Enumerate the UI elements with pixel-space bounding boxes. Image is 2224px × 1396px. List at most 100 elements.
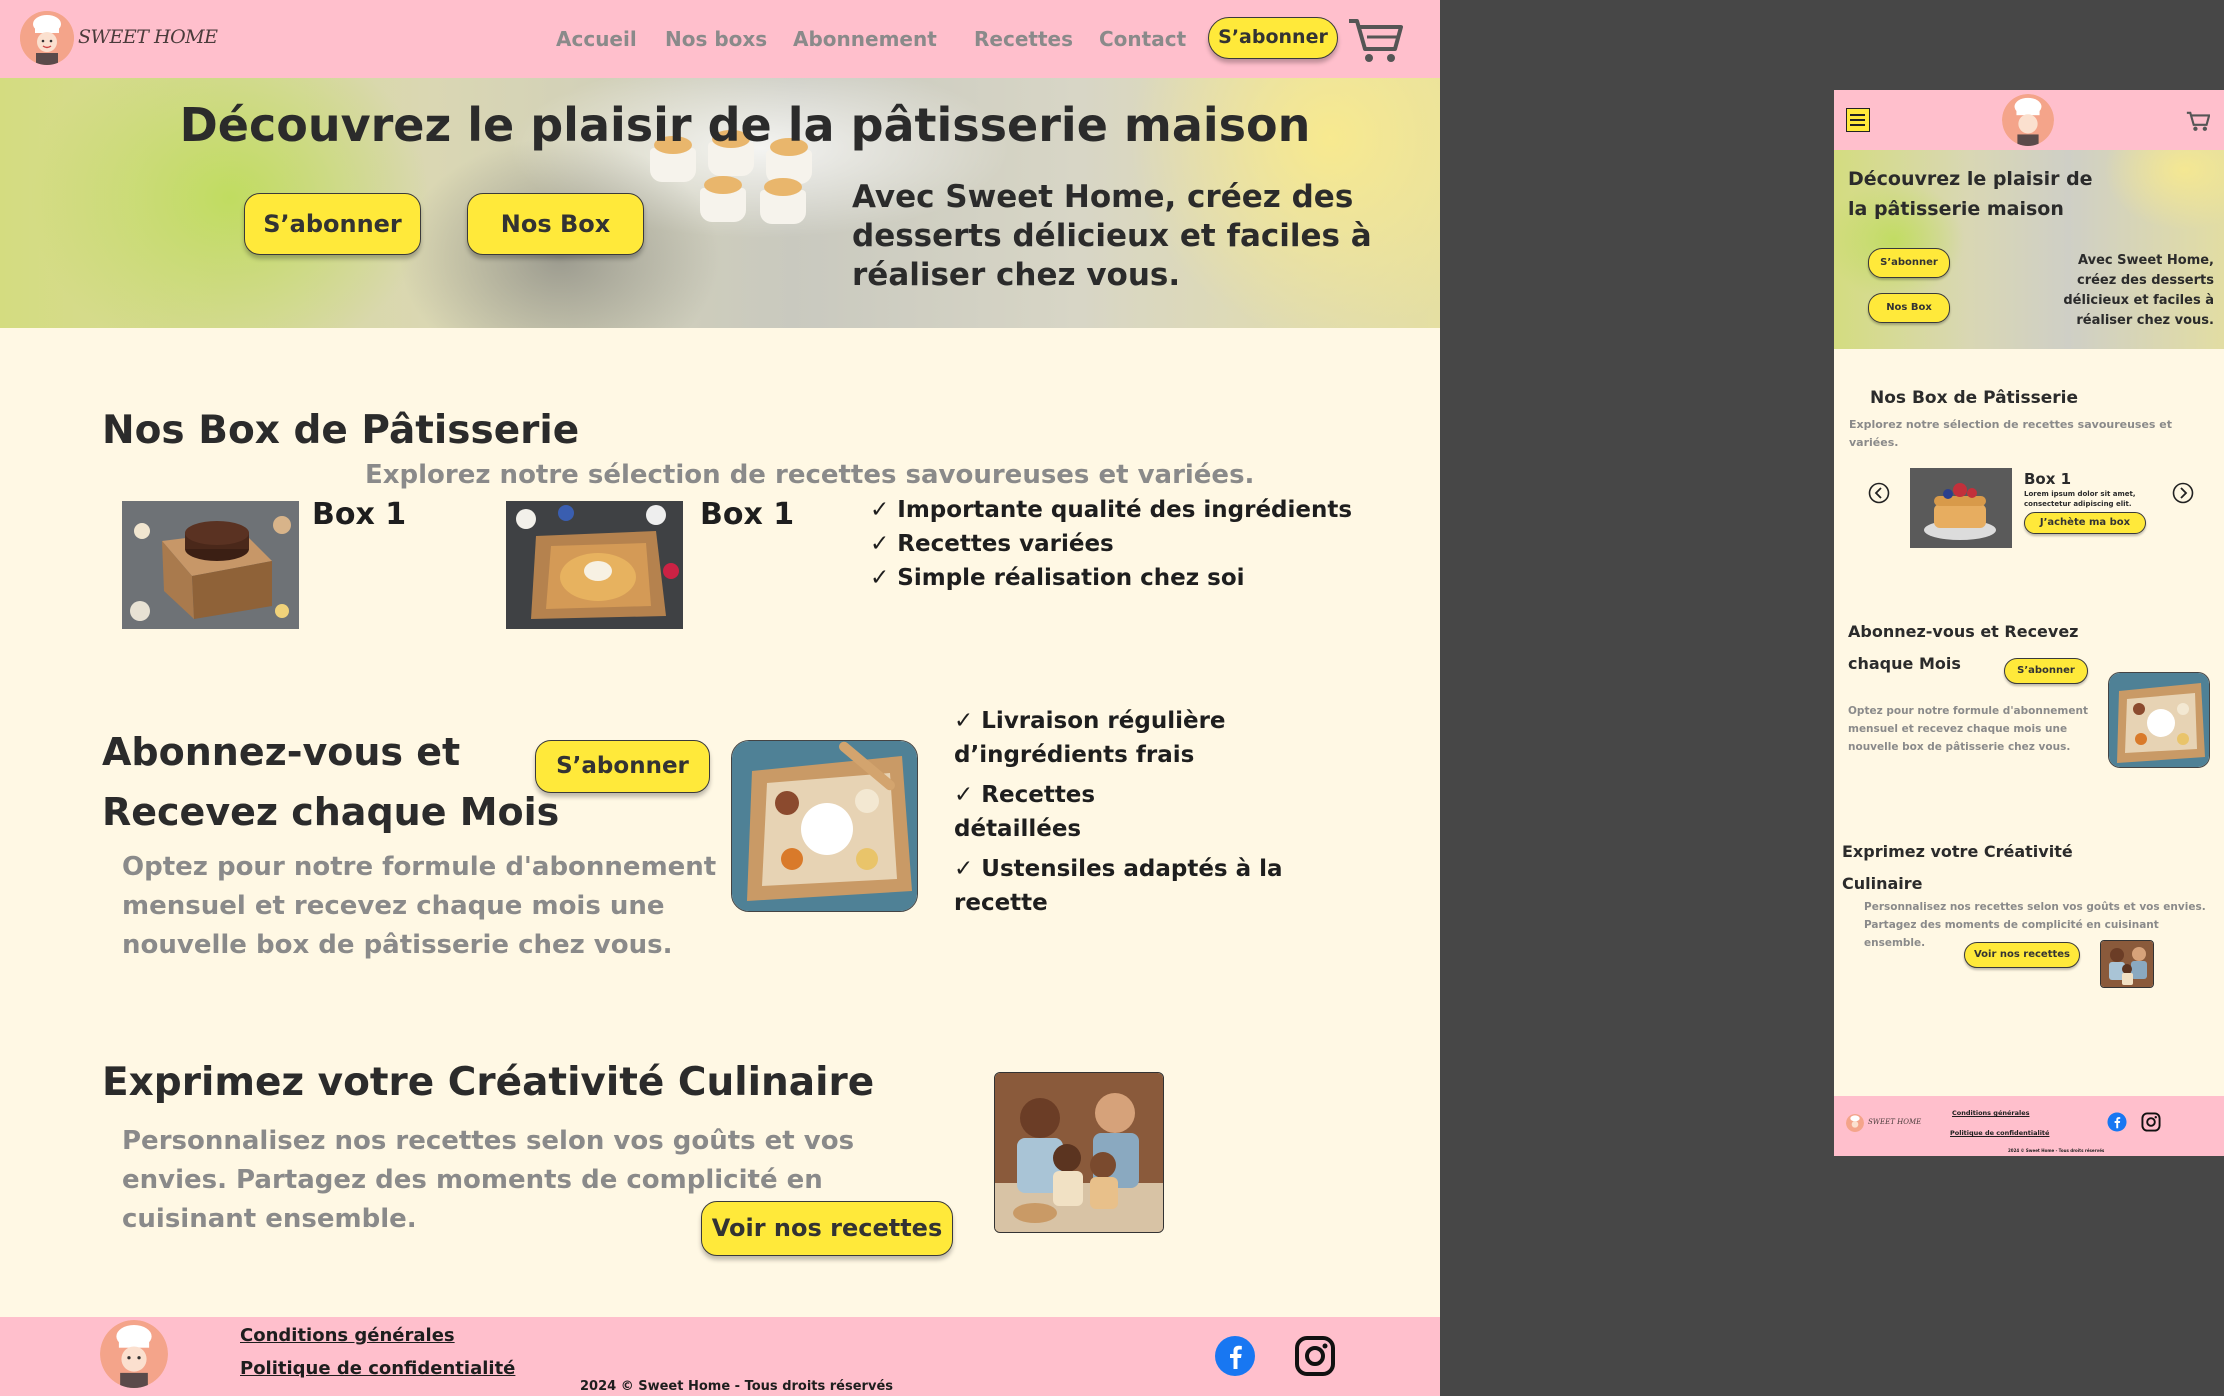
mobile-hero-subscribe-button[interactable]: S’abonner: [1868, 248, 1950, 278]
mobile-box-desc-1: Lorem ipsum dolor sit amet,: [2024, 490, 2136, 498]
creativity-title: Exprimez votre Créativité Culinaire: [102, 1060, 875, 1105]
mobile-cart-icon[interactable]: [2186, 110, 2211, 136]
box2-image[interactable]: [506, 501, 683, 629]
mobile-subscription-box-image[interactable]: [2108, 672, 2210, 768]
mobile-hero-title-line1: Découvrez le plaisir de: [1848, 168, 2093, 190]
mobile-footer-logo-icon[interactable]: [1846, 1114, 1864, 1132]
creativity-text-line3: cuisinant ensemble.: [122, 1204, 417, 1234]
footer-copyright: 2024 © Sweet Home - Tous droits réservés: [580, 1379, 893, 1394]
hero-title: Découvrez le plaisir de la pâtisserie ma…: [179, 98, 1311, 152]
desktop-page: SWEET HOME Accueil Nos boxs Abonnement R…: [0, 0, 1440, 1396]
cupcake-decoration: [650, 136, 696, 182]
subscribe-title-line1: Abonnez-vous et: [102, 730, 461, 774]
footer-link-terms[interactable]: Conditions générales: [240, 1325, 455, 1346]
mobile-hero-nos-box-button[interactable]: Nos Box: [1868, 293, 1950, 323]
mobile-family-cooking-image[interactable]: [2100, 940, 2154, 988]
mobile-creativity-text-2: Partagez des moments de complicité en cu…: [1864, 919, 2159, 931]
box-feature-variety: ✓ Recettes variées: [870, 531, 1114, 557]
mobile-facebook-icon[interactable]: [2107, 1112, 2127, 1136]
mobile-box-image[interactable]: [1910, 468, 2012, 548]
creativity-text-line1: Personnalisez nos recettes selon vos goû…: [122, 1126, 855, 1156]
family-cooking-image[interactable]: [994, 1072, 1164, 1233]
mobile-boxes-subtitle-2: variées.: [1849, 436, 1899, 449]
mobile-subscribe-text-3: nouvelle box de pâtisserie chez vous.: [1848, 741, 2071, 753]
mobile-footer-copyright: 2024 © Sweet Home - Tous droits réservés: [2008, 1148, 2105, 1153]
facebook-icon[interactable]: [1214, 1335, 1256, 1381]
subscribe-feature-1b: d’ingrédients frais: [954, 742, 1195, 768]
mobile-subscribe-text-1: Optez pour notre formule d'abonnement: [1848, 705, 2088, 717]
nav-recettes[interactable]: Recettes: [974, 27, 1073, 51]
cupcake-decoration: [700, 176, 746, 222]
subscribe-text-line2: mensuel et recevez chaque mois une: [122, 891, 665, 921]
nav-accueil[interactable]: Accueil: [556, 27, 637, 51]
chef-logo-icon[interactable]: [20, 11, 74, 65]
footer: Conditions générales Politique de confid…: [0, 1317, 1440, 1396]
mobile-hero-subtitle-4: réaliser chez vous.: [2076, 313, 2214, 328]
boxes-section-title: Nos Box de Pâtisserie: [102, 408, 580, 453]
see-recipes-button[interactable]: Voir nos recettes: [701, 1201, 953, 1256]
footer-link-privacy[interactable]: Politique de confidentialité: [240, 1358, 515, 1379]
mobile-creativity-title-2: Culinaire: [1842, 874, 1923, 893]
mobile-page: Découvrez le plaisir de la pâtisserie ma…: [1834, 90, 2224, 1156]
box2-label: Box 1: [700, 497, 795, 532]
mobile-subscribe-button[interactable]: S’abonner: [2004, 658, 2088, 684]
hero-nos-box-button[interactable]: Nos Box: [467, 193, 644, 255]
mobile-boxes-title: Nos Box de Pâtisserie: [1870, 388, 2079, 408]
mobile-footer: SWEET HOME Conditions générales Politiqu…: [1834, 1096, 2224, 1156]
mobile-hero-subtitle-1: Avec Sweet Home,: [2078, 253, 2214, 268]
footer-chef-logo-icon[interactable]: [100, 1320, 168, 1388]
subscribe-feature-2b: détaillées: [954, 816, 1082, 842]
mobile-hero-subtitle-3: délicieux et faciles à: [2063, 293, 2214, 308]
subscribe-feature-2a: ✓ Recettes: [954, 782, 1096, 808]
nav-abonnement[interactable]: Abonnement: [793, 27, 937, 51]
boxes-section-subtitle: Explorez notre sélection de recettes sav…: [365, 460, 1255, 490]
mobile-boxes-subtitle-1: Explorez notre sélection de recettes sav…: [1849, 418, 2173, 431]
mobile-buy-box-button[interactable]: J’achète ma box: [2024, 512, 2146, 534]
mobile-creativity-text-1: Personnalisez nos recettes selon vos goû…: [1864, 901, 2206, 913]
box-feature-quality: ✓ Importante qualité des ingrédients: [870, 497, 1353, 523]
mobile-navbar: [1834, 90, 2224, 150]
hamburger-menu-icon[interactable]: [1846, 108, 1870, 132]
nav-subscribe-button[interactable]: S’abonner: [1208, 17, 1338, 59]
mobile-creativity-title-1: Exprimez votre Créativité: [1842, 842, 2073, 861]
cupcake-decoration: [760, 178, 806, 224]
mobile-see-recipes-button[interactable]: Voir nos recettes: [1964, 942, 2080, 968]
mobile-creativity-text-3: ensemble.: [1864, 937, 1926, 949]
chevron-left-icon[interactable]: [1868, 482, 1890, 508]
nav-contact[interactable]: Contact: [1099, 27, 1186, 51]
brand-name: SWEET HOME: [78, 26, 218, 48]
subscribe-feature-3a: ✓ Ustensiles adaptés à la: [954, 856, 1283, 882]
subscribe-button[interactable]: S’abonner: [535, 740, 710, 793]
subscription-box-image[interactable]: [731, 740, 918, 912]
mobile-subscribe-title-1: Abonnez-vous et Recevez: [1848, 622, 2079, 641]
box1-image[interactable]: [122, 501, 299, 629]
mobile-footer-terms[interactable]: Conditions générales: [1952, 1109, 2030, 1117]
subscribe-feature-1a: ✓ Livraison régulière: [954, 708, 1226, 734]
chevron-right-icon[interactable]: [2172, 482, 2194, 508]
nav-nos-boxs[interactable]: Nos boxs: [665, 27, 767, 51]
creativity-text-line2: envies. Partagez des moments de complici…: [122, 1165, 823, 1195]
hero-banner: Découvrez le plaisir de la pâtisserie ma…: [0, 78, 1440, 328]
top-navbar: SWEET HOME Accueil Nos boxs Abonnement R…: [0, 0, 1440, 78]
mobile-subscribe-title-2: chaque Mois: [1848, 654, 1961, 673]
mobile-box-label: Box 1: [2024, 470, 2072, 488]
mobile-subscribe-text-2: mensuel et recevez chaque mois une: [1848, 723, 2068, 735]
subscribe-title-line2: Recevez chaque Mois: [102, 790, 560, 834]
hero-subscribe-button[interactable]: S’abonner: [244, 193, 421, 255]
mobile-chef-logo-icon[interactable]: [2002, 94, 2054, 146]
box-feature-simple: ✓ Simple réalisation chez soi: [870, 565, 1245, 591]
mobile-box-desc-2: consectetur adipiscing elit.: [2024, 500, 2132, 508]
mobile-footer-privacy[interactable]: Politique de confidentialité: [1950, 1129, 2049, 1137]
instagram-icon[interactable]: [1294, 1335, 1336, 1381]
mobile-instagram-icon[interactable]: [2141, 1112, 2161, 1136]
subscribe-feature-3b: recette: [954, 890, 1048, 916]
mobile-hero-title-line2: la pâtisserie maison: [1848, 198, 2064, 220]
hero-subtitle: Avec Sweet Home, créez des desserts déli…: [852, 179, 1372, 293]
mobile-footer-brand: SWEET HOME: [1868, 1118, 1922, 1126]
mobile-hero: Découvrez le plaisir de la pâtisserie ma…: [1834, 150, 2224, 349]
subscribe-text-line1: Optez pour notre formule d'abonnement: [122, 852, 717, 882]
subscribe-text-line3: nouvelle box de pâtisserie chez vous.: [122, 930, 673, 960]
cart-icon[interactable]: [1347, 15, 1403, 65]
mobile-hero-subtitle-2: créez des desserts: [2076, 273, 2214, 288]
box1-label: Box 1: [312, 497, 407, 532]
